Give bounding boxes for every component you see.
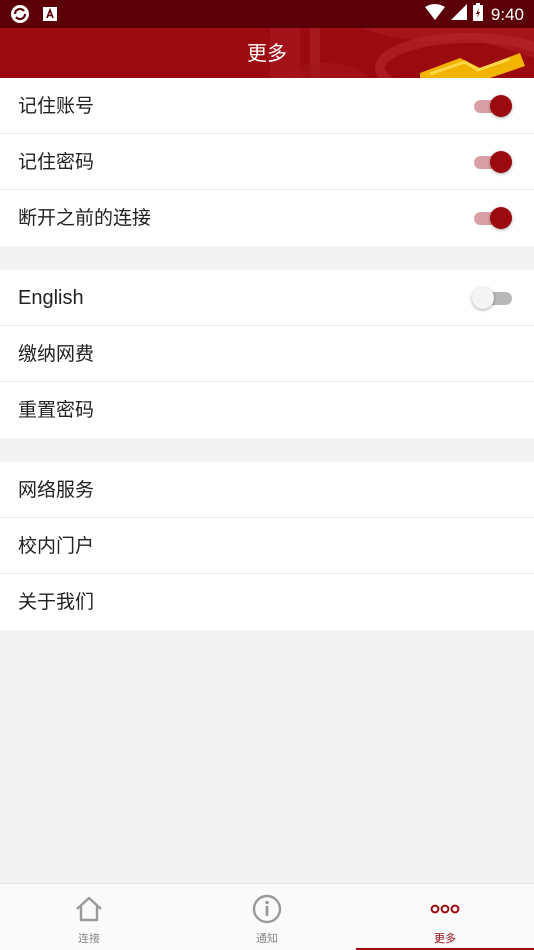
more-icon bbox=[430, 904, 460, 914]
disconnect-previous-switch[interactable] bbox=[474, 207, 512, 229]
remember-password-label: 记住密码 bbox=[18, 151, 95, 173]
sync-icon bbox=[10, 4, 30, 28]
battery-icon bbox=[472, 3, 483, 26]
status-bar: 9:40 bbox=[0, 0, 534, 28]
english-switch[interactable] bbox=[472, 287, 512, 309]
signal-icon bbox=[450, 4, 467, 25]
network-service-label: 网络服务 bbox=[18, 479, 95, 501]
remember-password-row[interactable]: 记住密码 bbox=[0, 134, 534, 190]
english-row[interactable]: English bbox=[0, 270, 534, 326]
pay-fee-row[interactable]: 缴纳网费 bbox=[0, 326, 534, 382]
remember-account-label: 记住账号 bbox=[18, 95, 95, 117]
disconnect-previous-label: 断开之前的连接 bbox=[18, 207, 152, 229]
tab-connect[interactable]: 连接 bbox=[0, 884, 178, 950]
font-icon bbox=[42, 6, 58, 26]
about-us-label: 关于我们 bbox=[18, 591, 95, 613]
tab-more-label: 更多 bbox=[434, 932, 456, 945]
info-icon bbox=[252, 894, 282, 924]
wifi-icon bbox=[424, 4, 445, 25]
settings-group-2: English 缴纳网费 重置密码 bbox=[0, 270, 534, 438]
tab-connect-label: 连接 bbox=[78, 932, 100, 945]
app-bar: 更多 bbox=[0, 28, 534, 78]
settings-group-1: 记住账号 记住密码 断开之前的连接 bbox=[0, 78, 534, 246]
campus-portal-row[interactable]: 校内门户 bbox=[0, 518, 534, 574]
network-service-row[interactable]: 网络服务 bbox=[0, 462, 534, 518]
page-title: 更多 bbox=[247, 41, 287, 65]
tab-notice[interactable]: 通知 bbox=[178, 884, 356, 950]
status-time: 9:40 bbox=[490, 4, 524, 24]
campus-portal-label: 校内门户 bbox=[18, 535, 95, 557]
english-label: English bbox=[18, 287, 84, 309]
remember-account-row[interactable]: 记住账号 bbox=[0, 78, 534, 134]
reset-password-label: 重置密码 bbox=[18, 399, 95, 421]
pay-fee-label: 缴纳网费 bbox=[18, 343, 95, 365]
remember-password-switch[interactable] bbox=[474, 151, 512, 173]
about-us-row[interactable]: 关于我们 bbox=[0, 574, 534, 630]
tab-notice-label: 通知 bbox=[256, 932, 278, 945]
reset-password-row[interactable]: 重置密码 bbox=[0, 382, 534, 438]
home-icon bbox=[76, 896, 102, 922]
bottom-navigation: 连接 通知 更多 bbox=[0, 883, 534, 950]
tab-more[interactable]: 更多 bbox=[356, 884, 534, 950]
settings-group-3: 网络服务 校内门户 关于我们 bbox=[0, 462, 534, 630]
disconnect-previous-row[interactable]: 断开之前的连接 bbox=[0, 190, 534, 246]
remember-account-switch[interactable] bbox=[474, 95, 512, 117]
